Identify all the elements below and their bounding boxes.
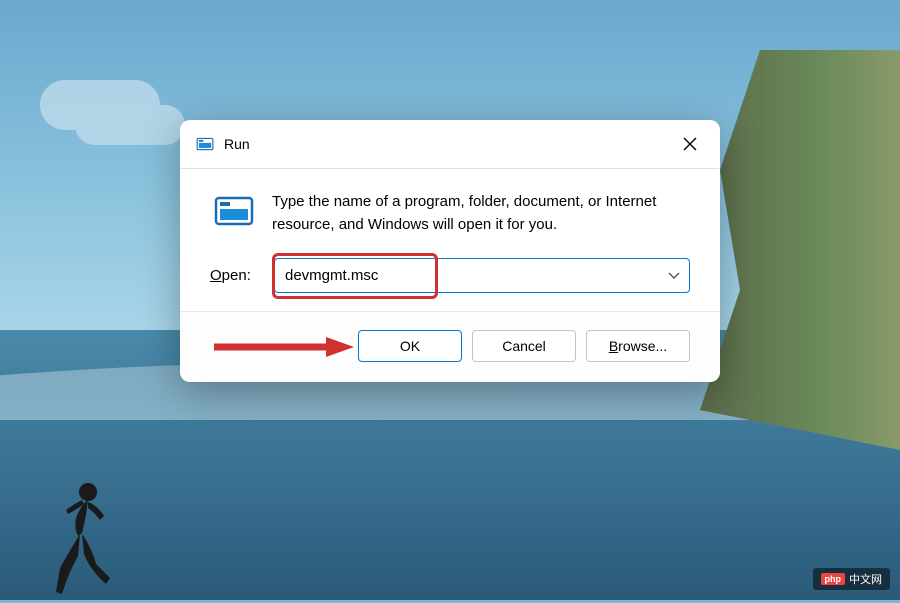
ok-button[interactable]: OK <box>358 330 462 362</box>
open-combobox[interactable] <box>274 258 690 293</box>
watermark-badge: php <box>821 573 846 585</box>
titlebar: Run <box>180 120 720 168</box>
browse-button[interactable]: Browse... <box>586 330 690 362</box>
open-input[interactable] <box>275 259 659 292</box>
cancel-button[interactable]: Cancel <box>472 330 576 362</box>
close-icon <box>683 137 697 151</box>
wallpaper-cloud <box>40 80 160 130</box>
close-button[interactable] <box>676 130 704 158</box>
info-row: Type the name of a program, folder, docu… <box>210 191 690 236</box>
dialog-content: Type the name of a program, folder, docu… <box>180 169 720 311</box>
chevron-down-icon[interactable] <box>659 272 689 280</box>
watermark: php 中文网 <box>813 568 891 590</box>
watermark-text: 中文网 <box>849 571 882 587</box>
open-label: Open: <box>210 267 260 284</box>
annotation-arrow <box>214 337 354 357</box>
dialog-title: Run <box>224 136 250 152</box>
open-input-row: Open: <box>210 258 690 293</box>
titlebar-left: Run <box>196 135 250 153</box>
run-dialog: Run Type the name of a program, folder, … <box>180 120 720 382</box>
button-row: OK Cancel Browse... <box>180 311 720 382</box>
info-text: Type the name of a program, folder, docu… <box>272 191 690 236</box>
run-icon <box>196 135 214 153</box>
wallpaper-runner <box>40 478 120 598</box>
run-icon-large <box>214 191 254 231</box>
